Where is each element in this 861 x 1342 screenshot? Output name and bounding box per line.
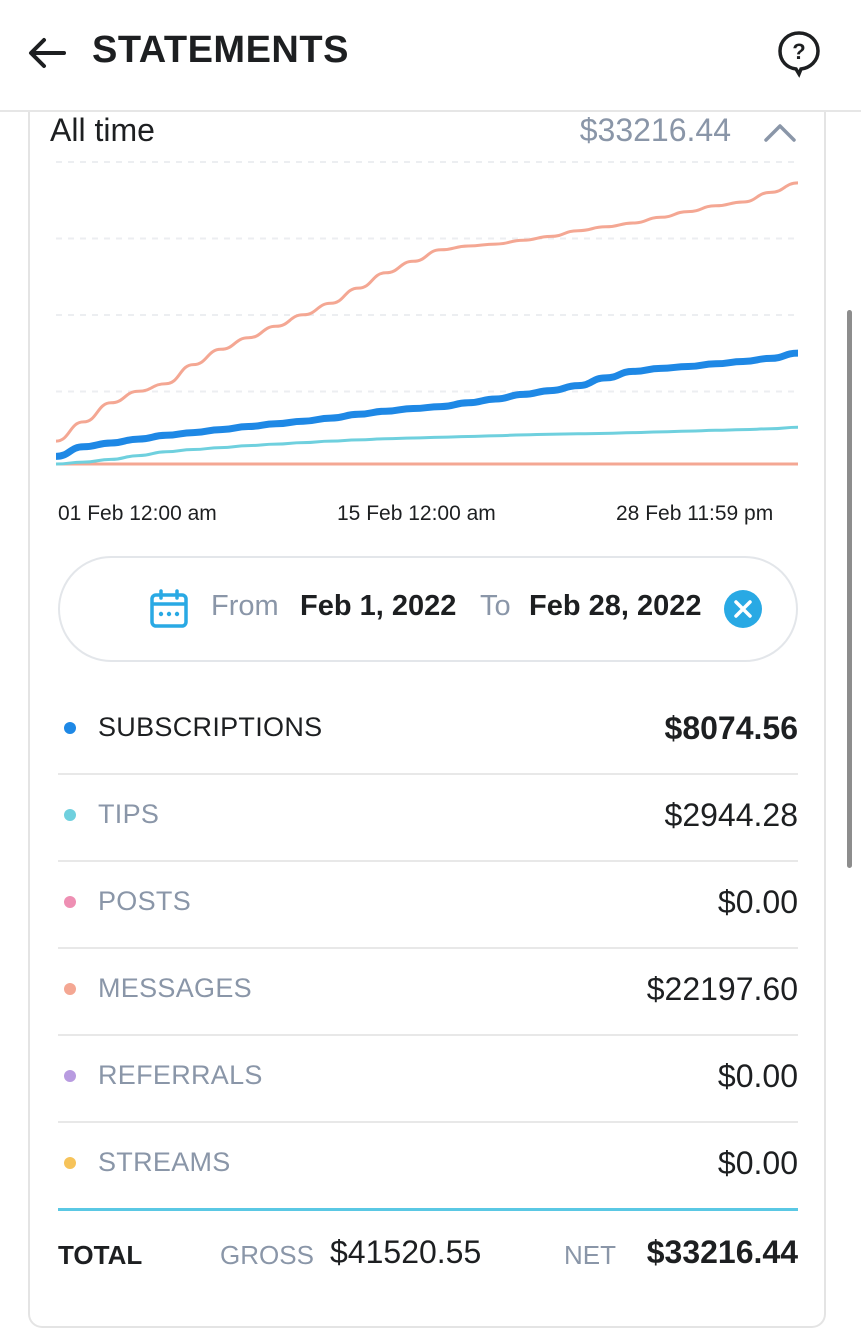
streams-dot-icon	[64, 1157, 76, 1169]
referrals-dot-icon	[64, 1070, 76, 1082]
category-row-referrals[interactable]: REFERRALS $0.00	[58, 1036, 798, 1123]
period-label: All time	[50, 112, 155, 148]
category-row-streams[interactable]: STREAMS $0.00	[58, 1123, 798, 1210]
category-label: POSTS	[98, 886, 192, 916]
category-row-tips[interactable]: TIPS $2944.28	[58, 775, 798, 862]
svg-text:?: ?	[792, 39, 805, 64]
x-tick-end: 28 Feb 11:59 pm	[616, 502, 774, 525]
total-divider	[58, 1208, 798, 1211]
category-label: REFERRALS	[98, 1060, 263, 1090]
page-title: STATEMENTS	[92, 29, 349, 71]
category-amount: $2944.28	[664, 797, 798, 833]
series-line-subscriptions	[56, 349, 798, 460]
category-amount: $0.00	[717, 884, 798, 920]
messages-dot-icon	[64, 983, 76, 995]
period-total: $33216.44	[579, 112, 731, 148]
net-label: NET	[564, 1240, 616, 1270]
total-label: TOTAL	[58, 1240, 143, 1270]
help-circle-icon[interactable]: ?	[774, 28, 824, 78]
from-label: From	[211, 590, 279, 622]
scrollbar[interactable]	[847, 310, 852, 868]
calendar-icon	[150, 589, 188, 628]
category-label: MESSAGES	[98, 973, 252, 1003]
from-date[interactable]: Feb 1, 2022	[300, 590, 456, 623]
category-row-subscriptions[interactable]: SUBSCRIPTIONS $8074.56	[58, 688, 798, 775]
close-circle-icon[interactable]	[722, 588, 764, 630]
category-amount: $0.00	[717, 1145, 798, 1181]
chevron-up-icon[interactable]	[760, 116, 800, 148]
gross-label: GROSS	[220, 1240, 314, 1270]
arrow-left-icon[interactable]	[24, 30, 70, 76]
category-amount: $22197.60	[646, 971, 798, 1007]
earnings-chart	[56, 161, 798, 466]
category-amount: $8074.56	[664, 710, 798, 746]
tips-dot-icon	[64, 809, 76, 821]
category-label: STREAMS	[98, 1147, 231, 1177]
category-label: SUBSCRIPTIONS	[98, 712, 323, 742]
category-row-posts[interactable]: POSTS $0.00	[58, 862, 798, 949]
to-date[interactable]: Feb 28, 2022	[529, 590, 702, 623]
subscriptions-dot-icon	[64, 722, 76, 734]
net-value: $33216.44	[646, 1234, 798, 1270]
x-tick-mid: 15 Feb 12:00 am	[337, 502, 496, 525]
category-amount: $0.00	[717, 1058, 798, 1094]
gross-value: $41520.55	[330, 1234, 482, 1270]
app-header: STATEMENTS ?	[0, 0, 861, 112]
posts-dot-icon	[64, 896, 76, 908]
category-label: TIPS	[98, 799, 160, 829]
series-line-messages	[56, 181, 798, 443]
x-tick-start: 01 Feb 12:00 am	[58, 502, 217, 525]
category-row-messages[interactable]: MESSAGES $22197.60	[58, 949, 798, 1036]
to-label: To	[480, 590, 511, 622]
